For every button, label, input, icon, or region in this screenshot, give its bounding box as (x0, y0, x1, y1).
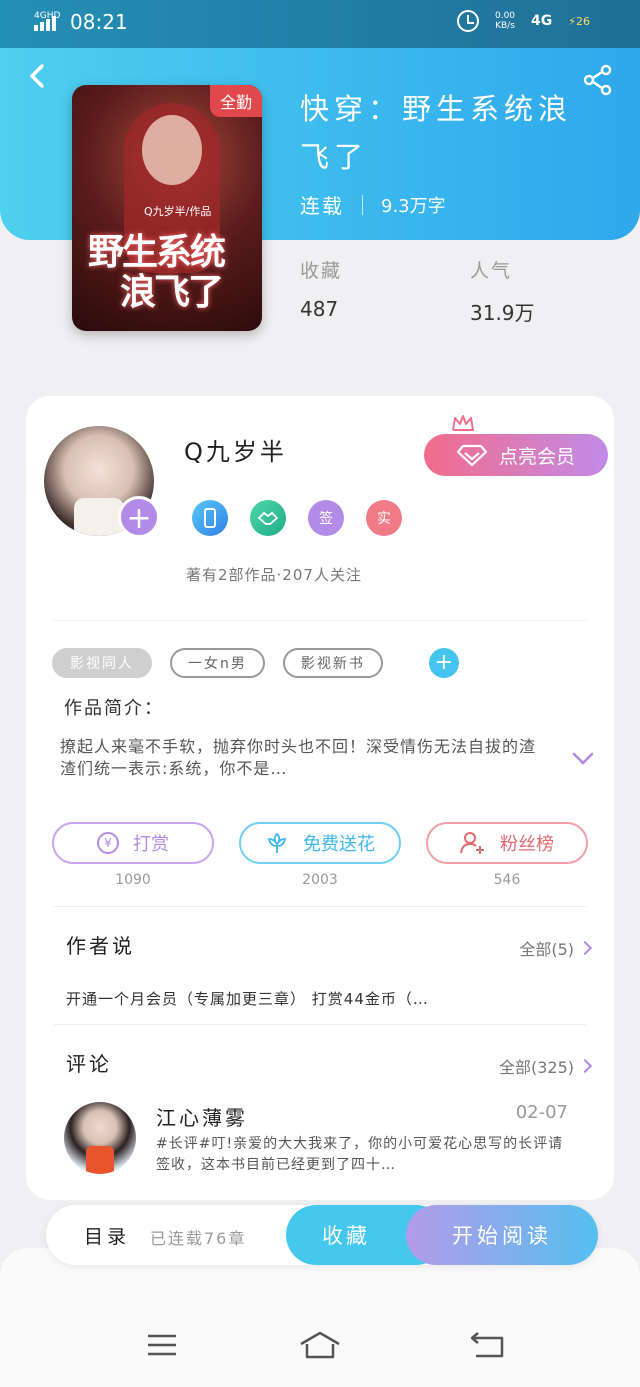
signal-icon: 4GHD (34, 11, 60, 31)
popularity-stat: 人气 31.9万 (470, 256, 535, 326)
signed-medal-label: 签 (319, 511, 333, 527)
popularity-value: 31.9万 (470, 301, 535, 325)
comment-text[interactable]: #长评#叮!亲爱的大大我来了，你的小可爱花心思写的长评请签收，这本书目前已经更到… (156, 1134, 576, 1176)
phone-medal-icon[interactable] (192, 500, 228, 536)
battery-icon: ⚡26 (568, 14, 590, 28)
favorites-value: 487 (300, 297, 339, 321)
intro-title: 作品简介： (64, 698, 164, 719)
table-of-contents-button[interactable]: 目录 (84, 1222, 130, 1249)
author-meta: 著有2部作品·207人关注 (186, 566, 362, 584)
add-tag-icon[interactable]: + (428, 648, 459, 678)
separator (362, 194, 363, 215)
divider (54, 906, 586, 907)
chevron-right-icon (577, 940, 593, 956)
full-attendance-badge: 全勤 (209, 85, 262, 117)
comment-date: 02-07 (515, 1102, 568, 1123)
read-button-label: 开始阅读 (452, 1224, 552, 1248)
author-say-more[interactable]: 全部(5) (519, 936, 593, 960)
avatar-detail (86, 1146, 114, 1174)
status-time: 08:21 (70, 10, 128, 34)
cover-face (142, 115, 202, 185)
author-say-text[interactable]: 开通一个月会员（专属加更三章） 打赏44金币（… (66, 988, 429, 1009)
divider (54, 620, 586, 621)
start-reading-button[interactable]: 开始阅读 (406, 1205, 598, 1265)
tip-count: 1090 (115, 872, 151, 888)
expand-chevron-icon[interactable] (572, 752, 594, 766)
favorite-button-label: 收藏 (322, 1224, 370, 1248)
avatar-detail (74, 498, 124, 536)
network-speed: 0.00 KB/s (494, 11, 516, 31)
author-medals: 签 实 (192, 500, 402, 536)
tag-item[interactable]: 一女n男 (170, 648, 265, 678)
crown-icon (452, 415, 474, 431)
author-say-title: 作者说 (66, 934, 135, 958)
back-icon[interactable] (468, 1330, 508, 1360)
author-say-more-label: 全部(5) (519, 940, 574, 959)
verified-medal-label: 实 (377, 511, 391, 527)
verified-medal[interactable]: 实 (366, 500, 402, 536)
follow-plus-icon[interactable]: + (118, 496, 160, 538)
cellular-label: 4G (531, 13, 553, 29)
back-arrow-icon[interactable] (24, 62, 52, 90)
fans-count: 546 (493, 872, 521, 888)
cover-title-line2: 浪飞了 (120, 272, 224, 313)
system-nav-bar (0, 1248, 640, 1387)
book-status-row: 连载 9.3万字 (300, 190, 446, 219)
tag-item[interactable]: 影视新书 (282, 648, 383, 678)
serial-status: 连载 (300, 194, 344, 218)
fans-ranking-button[interactable]: 粉丝榜 (426, 822, 588, 864)
commenter-name[interactable]: 江心薄雾 (156, 1102, 248, 1131)
chapter-count[interactable]: 已连载76章 (150, 1225, 246, 1249)
network-type: 4GHD (34, 11, 61, 21)
book-title: 快穿：野生系统浪飞了 (300, 92, 573, 174)
user-plus-icon (460, 832, 484, 854)
menu-icon[interactable] (142, 1330, 182, 1360)
book-detail-card: + Q九岁半 点亮会员 签 实 著有2部作品·207人关注 影视同人 一女n男 … (26, 396, 614, 1200)
intro-text[interactable]: 撩起人来毫不手软，抛弃你时头也不回！深受情伤无法自拔的渣渣们统一表示:系统，你不… (60, 736, 540, 780)
cover-author: Q九岁半/作品 (144, 205, 212, 218)
tip-button[interactable]: ¥ 打赏 (52, 822, 214, 864)
tag-item[interactable]: 影视同人 (52, 648, 152, 678)
status-bar: 4GHD 08:21 0.00 KB/s 4G ⚡26 (0, 0, 640, 48)
home-icon[interactable] (298, 1330, 342, 1360)
free-flower-button[interactable]: 免费送花 (239, 822, 401, 864)
diamond-icon (456, 444, 487, 466)
battery-level: 26 (576, 14, 590, 28)
tag-list: 影视同人 一女n男 影视新书 + (52, 648, 459, 678)
alarm-clock-icon (456, 10, 479, 32)
fans-label: 粉丝榜 (500, 834, 554, 855)
handshake-medal-icon[interactable] (250, 500, 286, 536)
commenter-avatar[interactable] (64, 1102, 136, 1174)
flower-label: 免费送花 (303, 834, 375, 855)
comments-title: 评论 (66, 1052, 112, 1076)
vip-button-label: 点亮会员 (498, 445, 575, 468)
book-cover[interactable]: 全勤 Q九岁半/作品 野生系统 浪飞了 (72, 85, 262, 331)
divider (54, 1024, 586, 1025)
yen-icon: ¥ (97, 832, 119, 854)
favorites-stat: 收藏 487 (300, 256, 342, 321)
favorites-label: 收藏 (300, 260, 343, 282)
bottom-action-bar: 目录 已连载76章 收藏 开始阅读 (46, 1205, 598, 1265)
comments-more[interactable]: 全部(325) (498, 1054, 593, 1078)
word-count: 9.3万字 (381, 195, 446, 217)
flower-count: 2003 (302, 872, 338, 888)
author-name[interactable]: Q九岁半 (184, 432, 287, 467)
popularity-label: 人气 (470, 260, 513, 282)
comments-more-label: 全部(325) (498, 1058, 574, 1077)
share-icon[interactable] (582, 64, 614, 96)
flower-icon (267, 832, 287, 853)
activate-vip-button[interactable]: 点亮会员 (424, 434, 608, 476)
chevron-right-icon (577, 1058, 593, 1074)
tip-label: 打赏 (133, 834, 169, 855)
signed-medal[interactable]: 签 (308, 500, 344, 536)
